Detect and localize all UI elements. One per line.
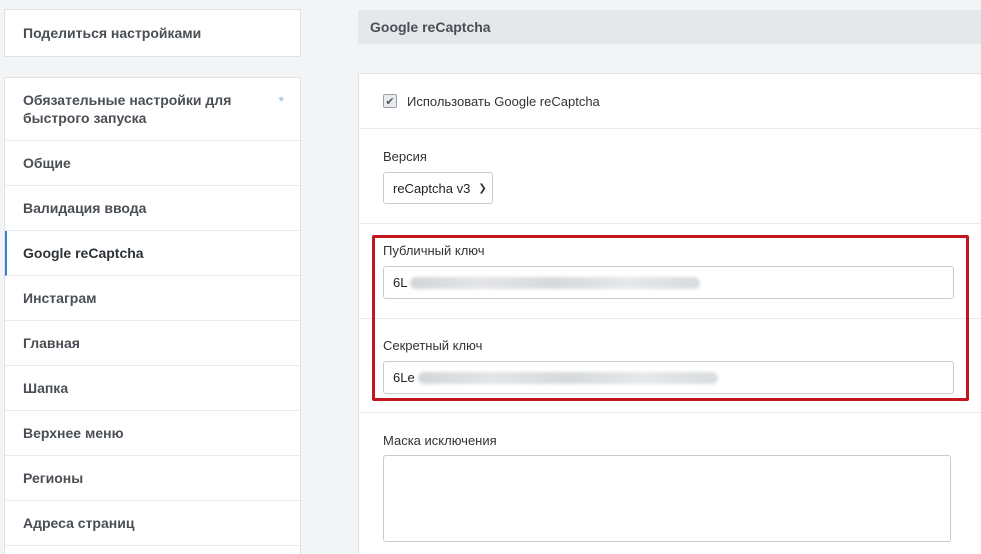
secret-key-row: Секретный ключ 6Le (359, 319, 981, 413)
sidebar-item-label: Верхнее меню (23, 425, 124, 441)
sidebar-item-general[interactable]: Общие (5, 141, 300, 186)
sidebar-item-quick-start[interactable]: Обязательные настройки для быстрого запу… (5, 78, 300, 141)
share-settings-button[interactable]: Поделиться настройками (4, 9, 301, 57)
sidebar-item-top-menu[interactable]: Верхнее меню (5, 411, 300, 456)
use-recaptcha-row: ✔ Использовать Google reCaptcha (359, 74, 981, 129)
sidebar-item-header[interactable]: Шапка (5, 366, 300, 411)
exclusion-mask-row: Маска исключения (359, 413, 981, 554)
star-icon: * (278, 93, 284, 109)
sidebar-item-label: Адреса страниц (23, 515, 135, 531)
sidebar-item-label: Регионы (23, 470, 84, 486)
sidebar-item-regions[interactable]: Регионы (5, 456, 300, 501)
public-key-row: Публичный ключ 6L (359, 224, 981, 319)
sidebar-item-label: Шапка (23, 380, 69, 396)
settings-sidebar: Обязательные настройки для быстрого запу… (4, 77, 301, 554)
secret-key-value: 6Le (393, 370, 415, 385)
version-select-value: reCaptcha v3 (393, 180, 471, 196)
sidebar-item-input-validation[interactable]: Валидация ввода (5, 186, 300, 231)
version-label: Версия (383, 149, 427, 164)
exclusion-mask-label: Маска исключения (383, 433, 497, 448)
sidebar-item-google-recaptcha[interactable]: Google reCaptcha (5, 231, 300, 276)
use-recaptcha-checkbox[interactable]: ✔ (383, 94, 397, 108)
sidebar-item-label: Обязательные настройки для быстрого запу… (23, 92, 232, 126)
checkmark-icon: ✔ (385, 95, 395, 108)
settings-page: Поделиться настройками Обязательные наст… (0, 0, 981, 554)
secret-key-label: Секретный ключ (383, 338, 483, 353)
version-row: Версия reCaptcha v3 ❯ (359, 129, 981, 224)
sidebar-item-label: Валидация ввода (23, 200, 147, 216)
version-select[interactable]: reCaptcha v3 ❯ (383, 172, 493, 204)
chevron-down-icon: ❯ (478, 182, 487, 194)
section-header: Google reCaptcha (358, 10, 981, 44)
exclusion-mask-textarea[interactable] (383, 455, 951, 542)
sidebar-item-label: Инстаграм (23, 290, 97, 306)
sidebar-item-label: Общие (23, 155, 71, 171)
sidebar-item-home[interactable]: Главная (5, 321, 300, 366)
secret-key-input[interactable]: 6Le (383, 361, 954, 394)
redacted-blur (410, 276, 701, 289)
sidebar-item-label: Главная (23, 335, 80, 351)
sidebar-item-instagram[interactable]: Инстаграм (5, 276, 300, 321)
public-key-label: Публичный ключ (383, 243, 485, 258)
use-recaptcha-label: Использовать Google reCaptcha (407, 93, 600, 109)
share-settings-label: Поделиться настройками (23, 25, 202, 41)
sidebar-item-label: Google reCaptcha (23, 245, 144, 261)
section-title: Google reCaptcha (370, 19, 491, 35)
redacted-blur (417, 371, 718, 384)
public-key-input[interactable]: 6L (383, 266, 954, 299)
public-key-value: 6L (393, 275, 408, 290)
sidebar-item-page-addresses[interactable]: Адреса страниц (5, 501, 300, 546)
settings-form: ✔ Использовать Google reCaptcha Версия r… (358, 73, 981, 554)
